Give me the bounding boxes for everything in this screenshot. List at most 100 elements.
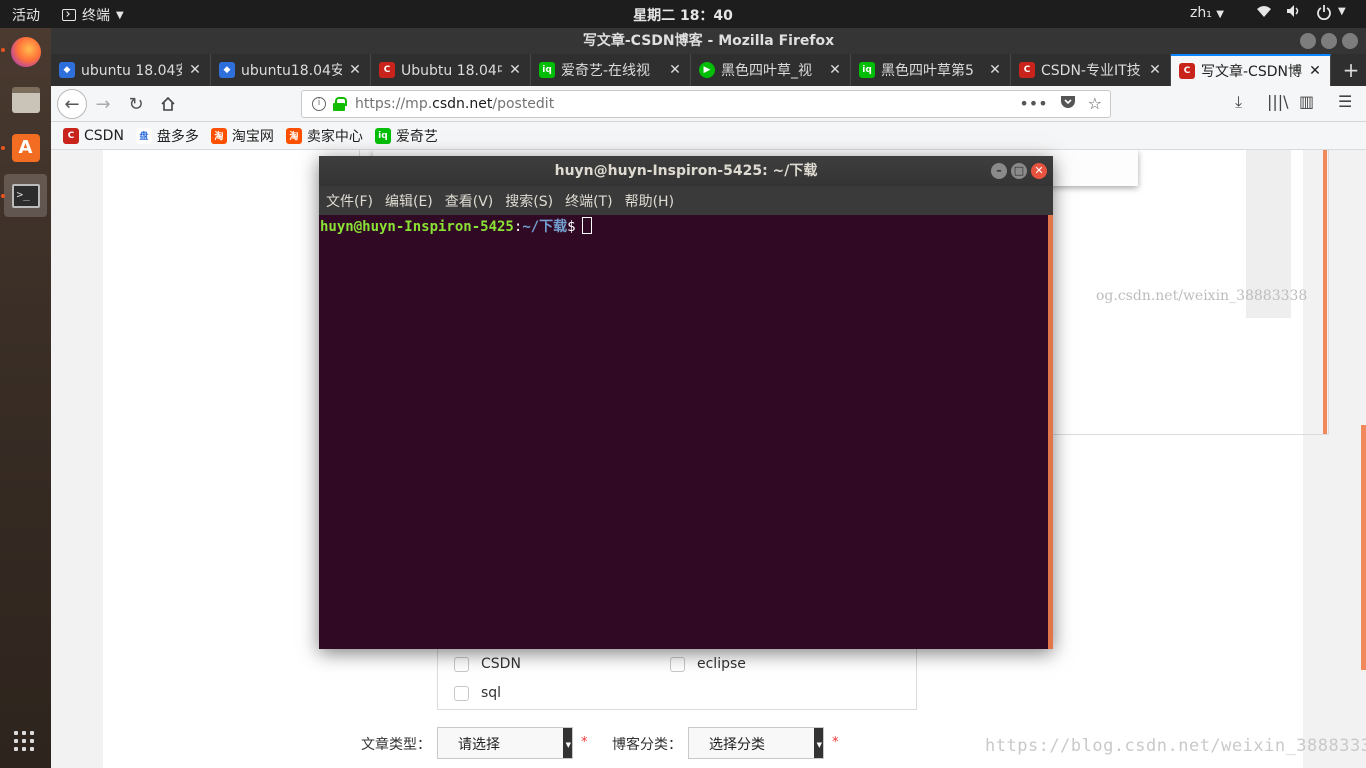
browser-tab-active[interactable]: C 写文章-CSDN博 ✕: [1171, 54, 1331, 86]
terminal-body[interactable]: huyn@huyn-Inspiron-5425:~/下载$: [319, 215, 1053, 649]
browser-tab[interactable]: ◆ ubuntu18.04安 ✕: [211, 54, 371, 86]
close-tab-icon[interactable]: ✕: [348, 62, 362, 78]
minimize-button[interactable]: –: [991, 163, 1007, 179]
screenshot-watermark: https://blog.csdn.net/weixin_38883338: [985, 736, 1366, 756]
bookmark-iqiyi[interactable]: iq 爱奇艺: [374, 126, 438, 146]
tab-title: 黑色四叶草第5: [881, 63, 974, 79]
tab-title: 黑色四叶草_视: [721, 63, 812, 79]
activities-button[interactable]: 活动: [12, 5, 40, 25]
bookmark-seller-center[interactable]: 淘 卖家中心: [285, 126, 363, 146]
reload-button[interactable]: ↻: [124, 92, 148, 116]
editor-scrollbar[interactable]: [1323, 150, 1327, 434]
input-method-indicator[interactable]: zh₁ ▼: [1190, 5, 1224, 21]
dock-firefox[interactable]: [4, 30, 47, 73]
bookmark-csdn[interactable]: C CSDN: [63, 127, 124, 144]
lock-icon[interactable]: [333, 97, 347, 111]
menu-edit[interactable]: 编辑(E): [385, 191, 433, 211]
pan-favicon-icon: 盘: [135, 127, 152, 144]
menu-view[interactable]: 查看(V): [445, 191, 494, 211]
terminal-titlebar[interactable]: huyn@huyn-Inspiron-5425: ~/下载 – □ ✕: [319, 156, 1053, 186]
tab-title: Ububtu 18.04中: [401, 63, 502, 79]
tag-option[interactable]: eclipse: [670, 656, 746, 672]
checkbox[interactable]: [670, 656, 685, 672]
close-tab-icon[interactable]: ✕: [828, 62, 842, 78]
play-favicon-icon: ▶: [699, 62, 715, 78]
power-icon: [1316, 4, 1332, 24]
page-actions-icon[interactable]: •••: [1019, 94, 1047, 113]
text-cursor: [581, 217, 592, 234]
browser-tab[interactable]: C CSDN-专业IT技 ✕: [1011, 54, 1171, 86]
caret-down-icon: ▼: [565, 741, 571, 749]
close-tab-icon[interactable]: ✕: [668, 62, 682, 78]
bookmark-star-icon[interactable]: ☆: [1088, 94, 1102, 113]
url-bar[interactable]: i https://mp.csdn.net/postedit ••• ☆: [301, 90, 1111, 118]
app-menu[interactable]: 终端 ▼: [62, 5, 124, 25]
tag-label: CSDN: [481, 656, 521, 672]
prompt-user: huyn@huyn-Inspiron-5425: [320, 219, 514, 235]
tab-title: CSDN-专业IT技: [1041, 63, 1141, 79]
back-button[interactable]: ←: [57, 89, 87, 119]
article-type-select[interactable]: 请选择 ▼: [437, 727, 573, 759]
terminal-icon: [62, 9, 76, 21]
close-button[interactable]: ✕: [1031, 163, 1047, 179]
arrow-right-icon: →: [95, 93, 111, 115]
running-indicator: [1, 194, 5, 198]
tab-title: ubuntu18.04安: [241, 63, 342, 79]
volume-icon: [1286, 4, 1302, 24]
browser-tab[interactable]: ◆ ubuntu 18.04安 ✕: [51, 54, 211, 86]
navigation-toolbar: ← → ↻ i https://mp.csdn.net/postedit •••…: [51, 86, 1366, 122]
csdn-favicon-icon: C: [63, 127, 79, 144]
menu-icon[interactable]: ☰: [1338, 92, 1352, 111]
tag-option[interactable]: CSDN: [454, 656, 521, 672]
dock-files[interactable]: [4, 78, 47, 121]
tag-label: sql: [481, 685, 502, 701]
browser-tab[interactable]: iq 黑色四叶草第5 ✕: [851, 54, 1011, 86]
checkbox[interactable]: [454, 685, 469, 701]
close-tab-icon[interactable]: ✕: [1308, 63, 1322, 79]
close-tab-icon[interactable]: ✕: [988, 62, 1002, 78]
bookmark-label: CSDN: [84, 127, 124, 144]
clock[interactable]: 星期二 18：40: [0, 5, 1366, 25]
bookmark-taobao[interactable]: 淘 淘宝网: [210, 126, 274, 146]
home-button[interactable]: [156, 92, 180, 116]
sidebar-icon[interactable]: ▥: [1299, 92, 1314, 111]
dock-terminal[interactable]: >_: [4, 174, 47, 217]
info-icon[interactable]: i: [312, 97, 326, 111]
tab-title: 写文章-CSDN博: [1201, 64, 1302, 80]
home-icon: [161, 96, 175, 111]
close-tab-icon[interactable]: ✕: [508, 62, 522, 78]
blog-category-select[interactable]: 选择分类 ▼: [688, 727, 824, 759]
forward-button[interactable]: →: [91, 92, 115, 116]
menu-file[interactable]: 文件(F): [326, 191, 373, 211]
pocket-icon[interactable]: [1060, 94, 1076, 113]
maximize-button[interactable]: [1321, 33, 1337, 49]
minimize-button[interactable]: [1300, 33, 1316, 49]
browser-tab[interactable]: iq 爱奇艺-在线视 ✕: [531, 54, 691, 86]
menu-search[interactable]: 搜索(S): [505, 191, 553, 211]
system-tray[interactable]: ▼: [1256, 4, 1346, 24]
tab-title: ubuntu 18.04安: [81, 63, 182, 79]
new-tab-button[interactable]: +: [1336, 54, 1366, 86]
close-tab-icon[interactable]: ✕: [188, 62, 202, 78]
terminal-scrollbar[interactable]: [1048, 215, 1053, 649]
page-scrollbar[interactable]: [1361, 425, 1366, 670]
menu-help[interactable]: 帮助(H): [625, 191, 674, 211]
maximize-button[interactable]: □: [1011, 163, 1027, 179]
image-watermark: og.csdn.net/weixin_38883338: [1096, 288, 1308, 304]
tag-option[interactable]: sql: [454, 685, 501, 701]
bookmark-panduoduo[interactable]: 盘 盘多多: [135, 126, 199, 146]
library-icon[interactable]: |||\: [1267, 92, 1289, 111]
tag-label: eclipse: [697, 656, 746, 672]
browser-tab[interactable]: C Ububtu 18.04中 ✕: [371, 54, 531, 86]
menu-terminal[interactable]: 终端(T): [565, 191, 612, 211]
firefox-titlebar[interactable]: 写文章-CSDN博客 - Mozilla Firefox: [51, 28, 1366, 54]
close-button[interactable]: [1342, 33, 1358, 49]
show-applications-icon[interactable]: [14, 731, 34, 751]
checkbox[interactable]: [454, 656, 469, 672]
close-tab-icon[interactable]: ✕: [1148, 62, 1162, 78]
browser-tab[interactable]: ▶ 黑色四叶草_视 ✕: [691, 54, 851, 86]
downloads-icon[interactable]: ⤓: [1235, 92, 1242, 112]
article-type-label: 文章类型：: [361, 737, 431, 753]
dock-software[interactable]: A: [4, 126, 47, 169]
top-bar: 活动 终端 ▼ 星期二 18：40 zh₁ ▼ ▼: [0, 0, 1366, 28]
